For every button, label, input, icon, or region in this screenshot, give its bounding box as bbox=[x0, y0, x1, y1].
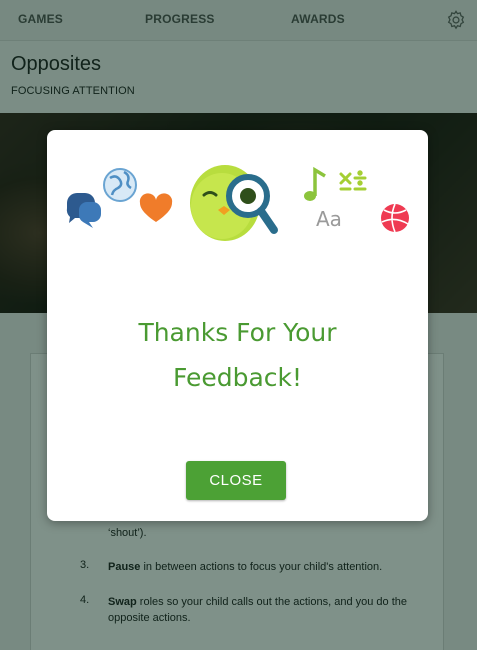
globe-icon bbox=[103, 168, 137, 202]
basketball-icon bbox=[381, 203, 409, 233]
feedback-modal: Aa Thanks For Your Feedback! CLOSE bbox=[47, 130, 428, 521]
music-note-icon bbox=[304, 166, 326, 201]
feedback-message-line1: Thanks For Your bbox=[138, 318, 337, 347]
math-symbols-icon bbox=[339, 170, 367, 191]
owl-magnifier-icon bbox=[190, 165, 278, 241]
heart-icon bbox=[139, 193, 173, 222]
close-button[interactable]: CLOSE bbox=[186, 461, 286, 500]
feedback-illustration: Aa bbox=[66, 165, 409, 241]
chat-icon bbox=[66, 193, 101, 228]
app-page: GAMES PROGRESS AWARDS Opposites FOCUSING… bbox=[0, 0, 477, 650]
aa-text: Aa bbox=[316, 207, 342, 231]
feedback-message: Thanks For Your Feedback! bbox=[47, 310, 428, 400]
feedback-message-line2: Feedback! bbox=[172, 363, 303, 392]
